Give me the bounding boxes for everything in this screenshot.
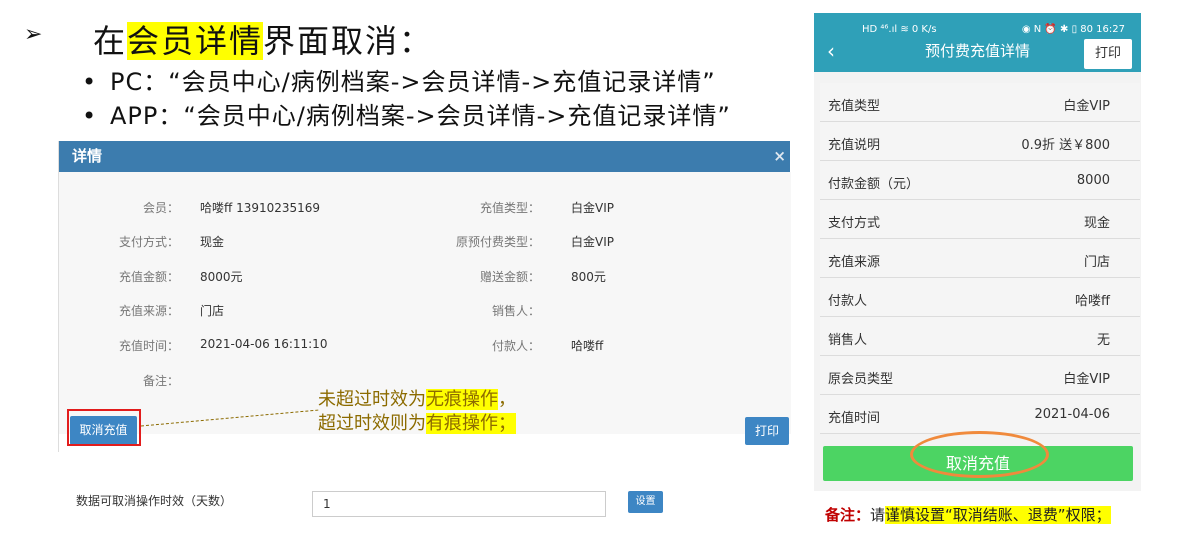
amount-value: 8000元 [200, 270, 243, 284]
list-item: 付款人 哈喽ff [820, 278, 1140, 317]
row-value: 白金VIP [1063, 99, 1110, 114]
row-key: 充值说明 [828, 138, 881, 153]
bullet-pc: • PC：“会员中心/病例档案->会员详情->充值记录详情” [82, 68, 716, 96]
payer-value: 哈喽ff [571, 339, 604, 353]
recharge-type-value: 白金VIP [571, 201, 614, 215]
callout-connector [141, 409, 319, 427]
app-print-button[interactable]: 打印 [1084, 39, 1132, 69]
status-bar-left: HD ⁴⁶.ıl ≋ 0 K/s [862, 24, 937, 35]
member-value: 哈喽ff 13910235169 [200, 201, 321, 215]
gift-amount-label: 赠送金额： [479, 270, 540, 284]
list-item: 支付方式 现金 [820, 200, 1140, 239]
recharge-type-label: 充值类型： [479, 201, 540, 215]
heading-arrow-icon: ➢ [24, 22, 43, 47]
row-value: 哈喽ff [1075, 294, 1110, 309]
original-type-label: 原预付费类型： [455, 235, 540, 249]
row-key: 原会员类型 [828, 372, 894, 387]
list-item: 充值时间 2021-04-06 [820, 395, 1140, 434]
list-item: 销售人 无 [820, 317, 1140, 356]
payment-method-label: 支付方式： [118, 235, 179, 249]
pc-modal-title: 详情 [72, 147, 103, 165]
app-detail-list: 充值类型 白金VIP 充值说明 0.9折 送￥800 付款金额（元） 8000 支付方… [814, 83, 1141, 434]
time-value: 2021-04-06 16:11:10 [200, 337, 328, 351]
original-type-value: 白金VIP [571, 235, 614, 249]
cancel-highlight-frame [67, 409, 141, 446]
row-value: 现金 [1083, 216, 1110, 231]
row-value: 白金VIP [1063, 372, 1110, 387]
member-label: 会员： [142, 201, 179, 215]
pc-modal-header: 详情 × [59, 141, 790, 172]
row-value: 2021-04-06 [1034, 407, 1110, 422]
salesperson-label: 销售人： [491, 304, 540, 318]
heading-text-post: 界面取消： [263, 22, 434, 60]
row-key: 支付方式 [828, 216, 881, 231]
source-value: 门店 [200, 304, 225, 318]
payer-label: 付款人： [491, 339, 540, 353]
heading-text-pre: 在 [93, 22, 128, 60]
remark-label: 备注： [142, 374, 179, 388]
payment-method-value: 现金 [200, 235, 225, 249]
callout-line1-highlight: 无痕操作 [426, 389, 498, 410]
callout-line2-pre: 超过时效则为 [318, 413, 426, 434]
cancel-window-label: 数据可取消操作时效（天数） [76, 494, 233, 508]
slide-heading: 在会员详情界面取消： [93, 16, 433, 62]
bullet-app: • APP：“会员中心/病例档案->会员详情->充值记录详情” [82, 102, 731, 130]
pc-print-button[interactable]: 打印 [745, 417, 789, 445]
app-screen: HD ⁴⁶.ıl ≋ 0 K/s ◉ N ⏰ ✱ ▯ 80 16:27 ‹ 预付… [814, 13, 1141, 491]
callout-note: 未超过时效为无痕操作， 超过时效则为有痕操作； [318, 388, 516, 436]
heading-highlight: 会员详情 [127, 22, 264, 60]
callout-line1-post: ， [498, 389, 516, 410]
note-highlight: 谨慎设置“取消结账、退费”权限； [885, 506, 1111, 524]
cancel-window-input[interactable]: 1 [312, 491, 606, 517]
list-item: 付款金额（元） 8000 [820, 161, 1140, 200]
row-value: 8000 [1076, 173, 1110, 188]
row-key: 充值时间 [828, 411, 881, 426]
cancel-highlight-oval [910, 431, 1049, 478]
list-item: 充值来源 门店 [820, 239, 1140, 278]
note-label: 备注： [825, 506, 871, 524]
bottom-note: 备注：请谨慎设置“取消结账、退费”权限； [825, 504, 1111, 525]
time-label: 充值时间： [118, 339, 179, 353]
row-key: 付款金额（元） [828, 177, 920, 192]
row-value: 0.9折 送￥800 [1021, 138, 1110, 153]
status-bar-right: ◉ N ⏰ ✱ ▯ 80 16:27 [1021, 24, 1125, 35]
row-key: 充值来源 [828, 255, 881, 270]
close-icon[interactable]: × [773, 141, 786, 172]
row-key: 充值类型 [828, 99, 881, 114]
row-key: 付款人 [828, 294, 868, 309]
row-value: 无 [1096, 333, 1110, 348]
list-item: 充值类型 白金VIP [820, 83, 1140, 122]
gift-amount-value: 800元 [571, 270, 606, 284]
row-key: 销售人 [828, 333, 868, 348]
bullet-app-text: APP：“会员中心/病例档案->会员详情->充值记录详情” [110, 102, 731, 130]
bullet-pc-text: PC：“会员中心/病例档案->会员详情->充值记录详情” [110, 68, 716, 96]
note-text-pre: 请 [870, 506, 886, 524]
callout-line1-pre: 未超过时效为 [318, 389, 426, 410]
setting-save-button[interactable]: 设置 [628, 491, 663, 513]
list-item: 原会员类型 白金VIP [820, 356, 1140, 395]
callout-line2-highlight: 有痕操作； [426, 413, 516, 434]
amount-label: 充值金额： [118, 270, 179, 284]
list-item: 充值说明 0.9折 送￥800 [820, 122, 1140, 161]
row-value: 门店 [1083, 255, 1110, 270]
source-label: 充值来源： [118, 304, 179, 318]
app-header: HD ⁴⁶.ıl ≋ 0 K/s ◉ N ⏰ ✱ ▯ 80 16:27 ‹ 预付… [814, 13, 1141, 72]
